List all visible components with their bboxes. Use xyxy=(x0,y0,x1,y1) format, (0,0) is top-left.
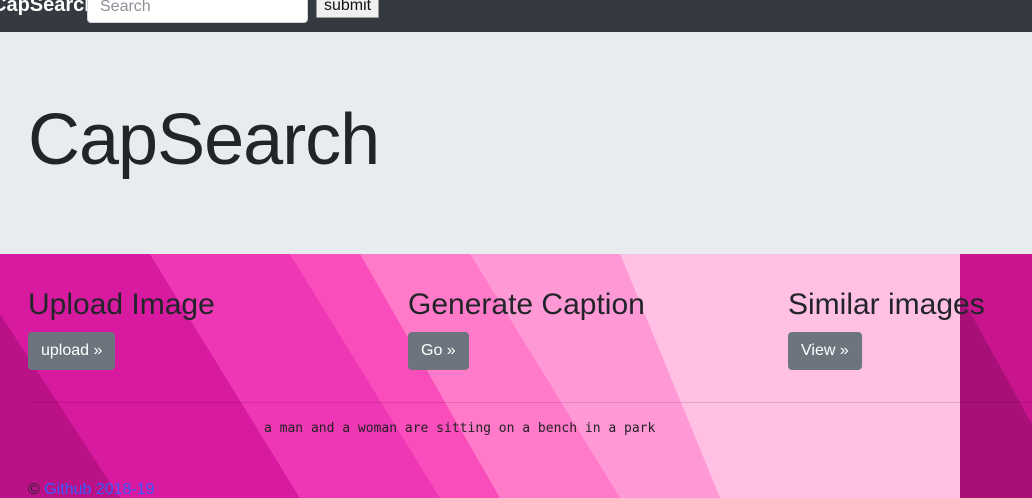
footer: © Github 2018-19 xyxy=(28,481,155,498)
github-link[interactable]: Github 2018-19 xyxy=(44,481,154,498)
similar-images-heading: Similar images xyxy=(788,288,985,321)
view-button[interactable]: View » xyxy=(788,332,862,370)
search-input[interactable] xyxy=(87,0,308,23)
copyright-symbol: © xyxy=(28,481,40,498)
go-button[interactable]: Go » xyxy=(408,332,469,370)
page-title: CapSearch xyxy=(28,100,380,180)
content-section: Upload Image upload » Generate Caption G… xyxy=(0,254,1032,498)
jumbotron: CapSearch xyxy=(0,32,1032,254)
navbar-brand[interactable]: CapSearch xyxy=(0,0,97,17)
generate-caption-heading: Generate Caption xyxy=(408,288,645,321)
upload-button[interactable]: upload » xyxy=(28,332,116,370)
navbar: CapSearch submit xyxy=(0,0,1032,32)
generated-caption: a man and a woman are sitting on a bench… xyxy=(264,421,656,436)
submit-button[interactable]: submit xyxy=(316,0,380,18)
divider xyxy=(28,402,1032,403)
upload-image-heading: Upload Image xyxy=(28,288,215,321)
